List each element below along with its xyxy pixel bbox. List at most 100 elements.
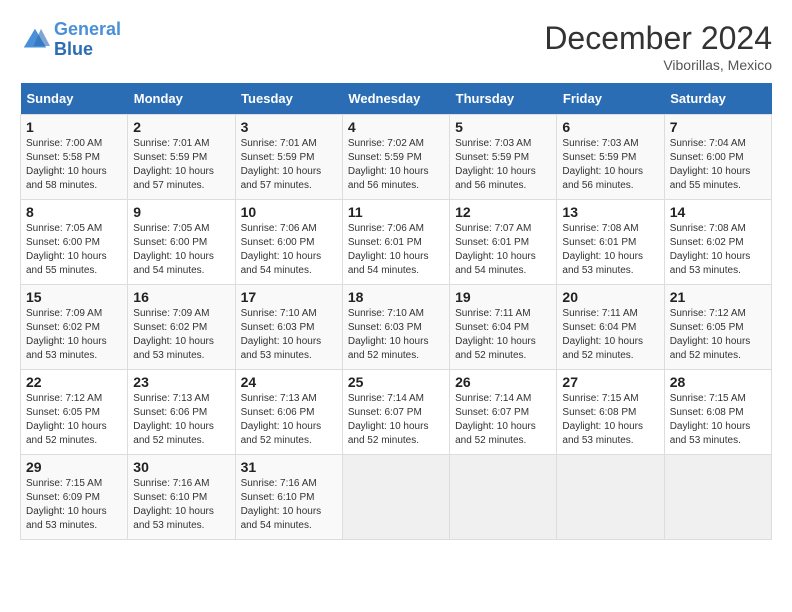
day-info: Sunrise: 7:13 AM Sunset: 6:06 PM Dayligh… <box>133 392 229 448</box>
calendar-cell <box>557 455 664 540</box>
calendar-cell: 24 Sunrise: 7:13 AM Sunset: 6:06 PM Dayli… <box>235 370 342 455</box>
calendar-cell: 18 Sunrise: 7:10 AM Sunset: 6:03 PM Dayli… <box>342 285 449 370</box>
day-number: 5 <box>455 119 551 135</box>
calendar-cell: 15Sunrise: 7:09 AM Sunset: 6:02 PM Dayli… <box>21 285 128 370</box>
day-info: Sunrise: 7:06 AM Sunset: 6:00 PM Dayligh… <box>241 222 337 278</box>
day-info: Sunrise: 7:15 AM Sunset: 6:09 PM Dayligh… <box>26 477 122 533</box>
calendar-cell: 26Sunrise: 7:14 AM Sunset: 6:07 PM Dayli… <box>450 370 557 455</box>
day-number: 16 <box>133 289 229 305</box>
weekday-header-row: SundayMondayTuesdayWednesdayThursdayFrid… <box>21 83 772 115</box>
calendar-cell: 1 Sunrise: 7:00 AM Sunset: 5:58 PM Daylig… <box>21 115 128 200</box>
day-info: Sunrise: 7:09 AM Sunset: 6:02 PM Dayligh… <box>133 307 229 363</box>
day-number: 7 <box>670 119 766 135</box>
day-number: 19 <box>455 289 551 305</box>
day-number: 24 <box>241 374 337 390</box>
day-number: 25 <box>348 374 444 390</box>
day-number: 22 <box>26 374 122 390</box>
day-info: Sunrise: 7:08 AM Sunset: 6:02 PM Dayligh… <box>670 222 766 278</box>
calendar-week-row: 15 Sunrise: 7:09 AM Sunset: 6:02 PM Dayli… <box>21 285 772 370</box>
day-number: 27 <box>562 374 658 390</box>
calendar-table: SundayMondayTuesdayWednesdayThursdayFrid… <box>20 83 772 540</box>
day-number: 11 <box>348 204 444 220</box>
weekday-header-monday: Monday <box>128 83 235 115</box>
day-info: Sunrise: 7:02 AM Sunset: 5:59 PM Dayligh… <box>348 137 444 193</box>
calendar-week-row: 8 Sunrise: 7:05 AM Sunset: 6:00 PM Daylig… <box>21 200 772 285</box>
calendar-cell: 16 Sunrise: 7:09 AM Sunset: 6:02 PM Dayli… <box>128 285 235 370</box>
day-info: Sunrise: 7:08 AM Sunset: 6:01 PM Dayligh… <box>562 222 658 278</box>
day-number: 6 <box>562 119 658 135</box>
day-number: 1 <box>26 119 122 135</box>
day-info: Sunrise: 7:10 AM Sunset: 6:03 PM Dayligh… <box>348 307 444 363</box>
page-header: General Blue December 2024 Viborillas, M… <box>20 20 772 73</box>
day-info: Sunrise: 7:01 AM Sunset: 5:59 PM Dayligh… <box>241 137 337 193</box>
day-info: Sunrise: 7:16 AM Sunset: 6:10 PM Dayligh… <box>133 477 229 533</box>
calendar-cell: 4 Sunrise: 7:02 AM Sunset: 5:59 PM Daylig… <box>342 115 449 200</box>
calendar-cell: 2 Sunrise: 7:01 AM Sunset: 5:59 PM Daylig… <box>128 115 235 200</box>
title-block: December 2024 Viborillas, Mexico <box>544 20 772 73</box>
calendar-cell: 7 Sunrise: 7:04 AM Sunset: 6:00 PM Daylig… <box>664 115 771 200</box>
day-number: 31 <box>241 459 337 475</box>
day-number: 4 <box>348 119 444 135</box>
calendar-cell <box>342 455 449 540</box>
calendar-cell: 23 Sunrise: 7:13 AM Sunset: 6:06 PM Dayli… <box>128 370 235 455</box>
day-number: 15 <box>26 289 122 305</box>
day-info: Sunrise: 7:03 AM Sunset: 5:59 PM Dayligh… <box>562 137 658 193</box>
day-number: 29 <box>26 459 122 475</box>
day-info: Sunrise: 7:16 AM Sunset: 6:10 PM Dayligh… <box>241 477 337 533</box>
calendar-cell: 8 Sunrise: 7:05 AM Sunset: 6:00 PM Daylig… <box>21 200 128 285</box>
calendar-cell: 27Sunrise: 7:15 AM Sunset: 6:08 PM Dayli… <box>557 370 664 455</box>
calendar-cell: 10Sunrise: 7:06 AM Sunset: 6:00 PM Dayli… <box>235 200 342 285</box>
day-number: 28 <box>670 374 766 390</box>
day-info: Sunrise: 7:14 AM Sunset: 6:07 PM Dayligh… <box>348 392 444 448</box>
day-number: 9 <box>133 204 229 220</box>
day-number: 2 <box>133 119 229 135</box>
calendar-cell: 29 Sunrise: 7:15 AM Sunset: 6:09 PM Dayli… <box>21 455 128 540</box>
month-title: December 2024 <box>544 20 772 57</box>
day-number: 21 <box>670 289 766 305</box>
logo-text: General Blue <box>54 20 121 60</box>
calendar-cell <box>450 455 557 540</box>
day-info: Sunrise: 7:07 AM Sunset: 6:01 PM Dayligh… <box>455 222 551 278</box>
day-number: 8 <box>26 204 122 220</box>
day-info: Sunrise: 7:00 AM Sunset: 5:58 PM Dayligh… <box>26 137 122 193</box>
day-info: Sunrise: 7:06 AM Sunset: 6:01 PM Dayligh… <box>348 222 444 278</box>
logo-icon <box>20 25 50 55</box>
calendar-week-row: 1 Sunrise: 7:00 AM Sunset: 5:58 PM Daylig… <box>21 115 772 200</box>
day-number: 12 <box>455 204 551 220</box>
day-number: 17 <box>241 289 337 305</box>
calendar-header: SundayMondayTuesdayWednesdayThursdayFrid… <box>21 83 772 115</box>
calendar-cell: 9 Sunrise: 7:05 AM Sunset: 6:00 PM Daylig… <box>128 200 235 285</box>
day-info: Sunrise: 7:05 AM Sunset: 6:00 PM Dayligh… <box>26 222 122 278</box>
calendar-cell: 22 Sunrise: 7:12 AM Sunset: 6:05 PM Dayli… <box>21 370 128 455</box>
calendar-cell: 19 Sunrise: 7:11 AM Sunset: 6:04 PM Dayli… <box>450 285 557 370</box>
calendar-cell: 14 Sunrise: 7:08 AM Sunset: 6:02 PM Dayli… <box>664 200 771 285</box>
day-info: Sunrise: 7:01 AM Sunset: 5:59 PM Dayligh… <box>133 137 229 193</box>
day-info: Sunrise: 7:04 AM Sunset: 6:00 PM Dayligh… <box>670 137 766 193</box>
calendar-cell: 5Sunrise: 7:03 AM Sunset: 5:59 PM Daylig… <box>450 115 557 200</box>
calendar-cell: 20Sunrise: 7:11 AM Sunset: 6:04 PM Dayli… <box>557 285 664 370</box>
day-number: 23 <box>133 374 229 390</box>
day-info: Sunrise: 7:13 AM Sunset: 6:06 PM Dayligh… <box>241 392 337 448</box>
weekday-header-tuesday: Tuesday <box>235 83 342 115</box>
day-info: Sunrise: 7:11 AM Sunset: 6:04 PM Dayligh… <box>562 307 658 363</box>
weekday-header-sunday: Sunday <box>21 83 128 115</box>
calendar-cell: 3Sunrise: 7:01 AM Sunset: 5:59 PM Daylig… <box>235 115 342 200</box>
day-info: Sunrise: 7:05 AM Sunset: 6:00 PM Dayligh… <box>133 222 229 278</box>
day-info: Sunrise: 7:11 AM Sunset: 6:04 PM Dayligh… <box>455 307 551 363</box>
location: Viborillas, Mexico <box>544 57 772 73</box>
day-number: 26 <box>455 374 551 390</box>
day-info: Sunrise: 7:10 AM Sunset: 6:03 PM Dayligh… <box>241 307 337 363</box>
logo: General Blue <box>20 20 121 60</box>
calendar-week-row: 29 Sunrise: 7:15 AM Sunset: 6:09 PM Dayli… <box>21 455 772 540</box>
weekday-header-friday: Friday <box>557 83 664 115</box>
weekday-header-saturday: Saturday <box>664 83 771 115</box>
calendar-cell <box>664 455 771 540</box>
calendar-cell: 17 Sunrise: 7:10 AM Sunset: 6:03 PM Dayli… <box>235 285 342 370</box>
day-number: 18 <box>348 289 444 305</box>
calendar-week-row: 22 Sunrise: 7:12 AM Sunset: 6:05 PM Dayli… <box>21 370 772 455</box>
day-number: 30 <box>133 459 229 475</box>
day-info: Sunrise: 7:12 AM Sunset: 6:05 PM Dayligh… <box>26 392 122 448</box>
day-number: 14 <box>670 204 766 220</box>
day-number: 13 <box>562 204 658 220</box>
day-info: Sunrise: 7:12 AM Sunset: 6:05 PM Dayligh… <box>670 307 766 363</box>
